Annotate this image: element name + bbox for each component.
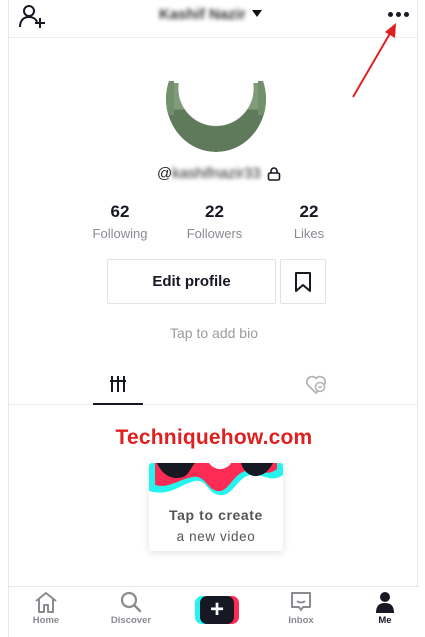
stat-value: 22 [299, 202, 319, 221]
username: Kashif Nazir [159, 6, 246, 23]
handle-row: @kashifnazir33 [157, 165, 281, 182]
watermark-text: Techniquehow.com [115, 426, 313, 449]
create-subtitle: a new video [176, 529, 256, 544]
stat-value: 62 [110, 202, 130, 221]
account-switcher[interactable]: Kashif Nazir [159, 6, 262, 23]
tab-videos[interactable] [93, 365, 143, 405]
nav-label: Inbox [288, 615, 314, 626]
nav-home[interactable]: Home [16, 591, 76, 635]
nav-label: Discover [110, 615, 152, 626]
avatar[interactable] [166, 46, 266, 152]
stat-value: 22 [205, 202, 224, 221]
stat-label: Following [92, 226, 148, 241]
profile-stats: 62 Following 22 Followers 22 Likes [77, 201, 352, 241]
lock-icon [267, 166, 280, 181]
bookmark-icon [295, 271, 311, 292]
bottom-nav: Home Discover + Inbox Me [9, 586, 419, 637]
person-icon [376, 592, 394, 613]
stat-label: Followers [186, 226, 243, 241]
liked-heart-icon [305, 375, 327, 394]
create-title: Tap to create [169, 507, 263, 523]
bio-placeholder[interactable]: Tap to add bio [9, 325, 419, 341]
create-splash-icon [149, 463, 283, 507]
nav-discover[interactable]: Discover [101, 591, 161, 635]
grid-icon [110, 376, 126, 392]
add-user-icon[interactable] [19, 4, 45, 28]
home-icon [35, 592, 57, 613]
more-horizontal-icon[interactable] [388, 12, 409, 17]
nav-inbox[interactable]: Inbox [271, 591, 331, 635]
stat-followers[interactable]: 22 Followers [172, 201, 258, 241]
stat-label: Likes [293, 226, 325, 241]
annotation-arrow-icon [352, 23, 396, 98]
inbox-icon [291, 592, 311, 611]
edit-profile-button[interactable]: Edit profile [107, 259, 276, 304]
favorites-button[interactable] [280, 259, 326, 304]
nav-me[interactable]: Me [355, 591, 415, 635]
stat-following[interactable]: 62 Following [77, 201, 163, 241]
chevron-down-icon [251, 10, 262, 17]
nav-label: Home [32, 615, 60, 626]
create-video-card[interactable]: Tap to create a new video [149, 463, 283, 551]
create-plus-button[interactable]: + [195, 596, 239, 624]
search-icon [120, 591, 142, 613]
profile-tabs [9, 365, 419, 405]
nav-label: Me [378, 615, 392, 626]
app-frame: Kashif Nazir @kashifnazir33 62 Following… [8, 0, 419, 637]
tab-liked[interactable] [301, 365, 331, 405]
stat-likes[interactable]: 22 Likes [266, 201, 352, 241]
plus-icon: + [200, 596, 234, 624]
user-handle: @kashifnazir33 [157, 165, 261, 182]
